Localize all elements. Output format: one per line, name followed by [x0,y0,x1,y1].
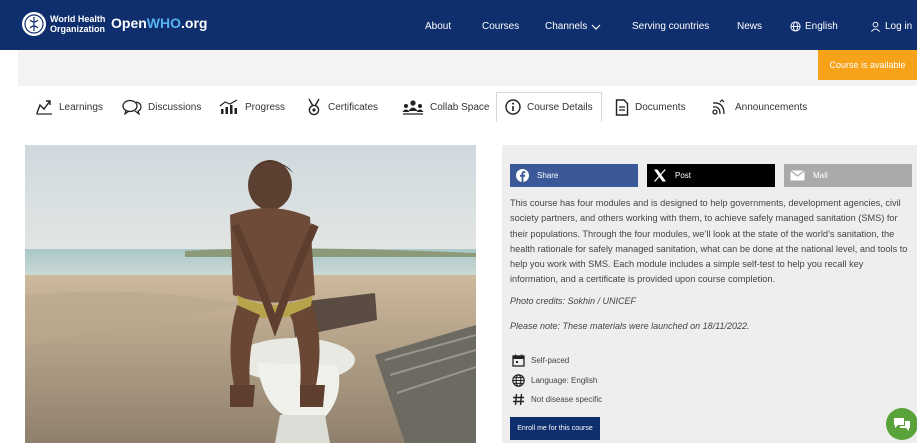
tab-label: Announcements [735,101,808,113]
tab-collab-space[interactable]: Collab Space [402,93,489,121]
tab-discussions[interactable]: Discussions [122,93,201,121]
meta-disease: Not disease specific [512,393,602,406]
nav-channels-label: Channels [545,21,588,32]
x-post-button[interactable]: Post [647,164,775,187]
document-icon [615,98,629,116]
nav-news[interactable]: News [737,21,762,32]
login-label: Log in [885,21,913,32]
openwho-brand[interactable]: OpenWHO.org [111,15,207,31]
calendar-icon [512,354,525,367]
chevron-down-icon [591,24,601,30]
meta-pace: Self-paced [512,354,569,367]
x-logo-icon [654,169,666,182]
tab-course-details[interactable]: Course Details [496,92,602,123]
facebook-icon [516,169,529,182]
chat-icon [894,418,910,431]
tab-label: Progress [245,101,286,113]
chat-widget-button[interactable] [886,408,917,440]
course-description: This course has four modules and is desi… [510,198,908,285]
status-badge: Course is available [818,50,917,80]
pace-label: Self-paced [531,356,570,365]
tab-announcements[interactable]: Announcements [711,93,807,121]
tab-label: Discussions [148,101,202,113]
nav-courses[interactable]: Courses [482,21,519,32]
mail-icon [790,170,805,181]
login-link[interactable]: Log in [870,21,912,32]
group-icon [402,100,424,115]
language-label: English [805,21,838,32]
learnings-icon [36,100,52,115]
language-selector[interactable]: English [790,21,838,32]
tab-label: Learnings [59,101,103,113]
globe-icon [512,374,525,387]
tab-label: Collab Space [430,101,490,113]
who-emblem-icon [22,12,46,36]
nav-about[interactable]: About [425,21,451,32]
mail-label: Mail [813,171,828,180]
course-photo [25,145,476,443]
who-logo[interactable]: World Health Organization [22,12,106,36]
tab-progress[interactable]: Progress [219,93,285,121]
globe-icon [790,21,801,32]
tab-documents[interactable]: Documents [615,93,686,121]
nav-channels[interactable]: Channels [545,21,601,32]
mail-share-button[interactable]: Mail [784,164,912,187]
nav-serving-countries[interactable]: Serving countries [632,21,709,32]
share-label: Share [537,171,559,180]
progress-chart-icon [219,99,238,114]
hashtag-icon [513,393,524,406]
photo-credit: Photo credits: Sokhin / UNICEF [510,296,637,306]
who-name: World Health Organization [50,14,106,34]
disease-label: Not disease specific [531,395,603,404]
tab-label: Course Details [527,101,593,113]
broadcast-icon [712,98,725,115]
brand-prefix: Open [111,15,147,31]
tab-learnings[interactable]: Learnings [35,93,103,121]
tab-label: Certificates [328,101,379,113]
facebook-share-button[interactable]: Share [510,164,638,187]
chat-bubbles-icon [122,99,142,115]
medal-icon [308,98,320,116]
info-circle-icon [505,99,521,115]
tab-label: Documents [635,101,686,113]
post-label: Post [675,171,692,180]
enroll-button[interactable]: Enroll me for this course [510,417,600,440]
tab-certificates[interactable]: Certificates [306,93,378,121]
language-meta-label: Language: English [531,376,598,385]
user-icon [871,21,880,32]
launch-note: Please note: These materials were launch… [510,321,750,331]
course-info-bar [18,50,917,86]
brand-accent: WHO [146,15,181,31]
meta-language: Language: English [512,374,597,387]
brand-suffix: .org [181,15,208,31]
